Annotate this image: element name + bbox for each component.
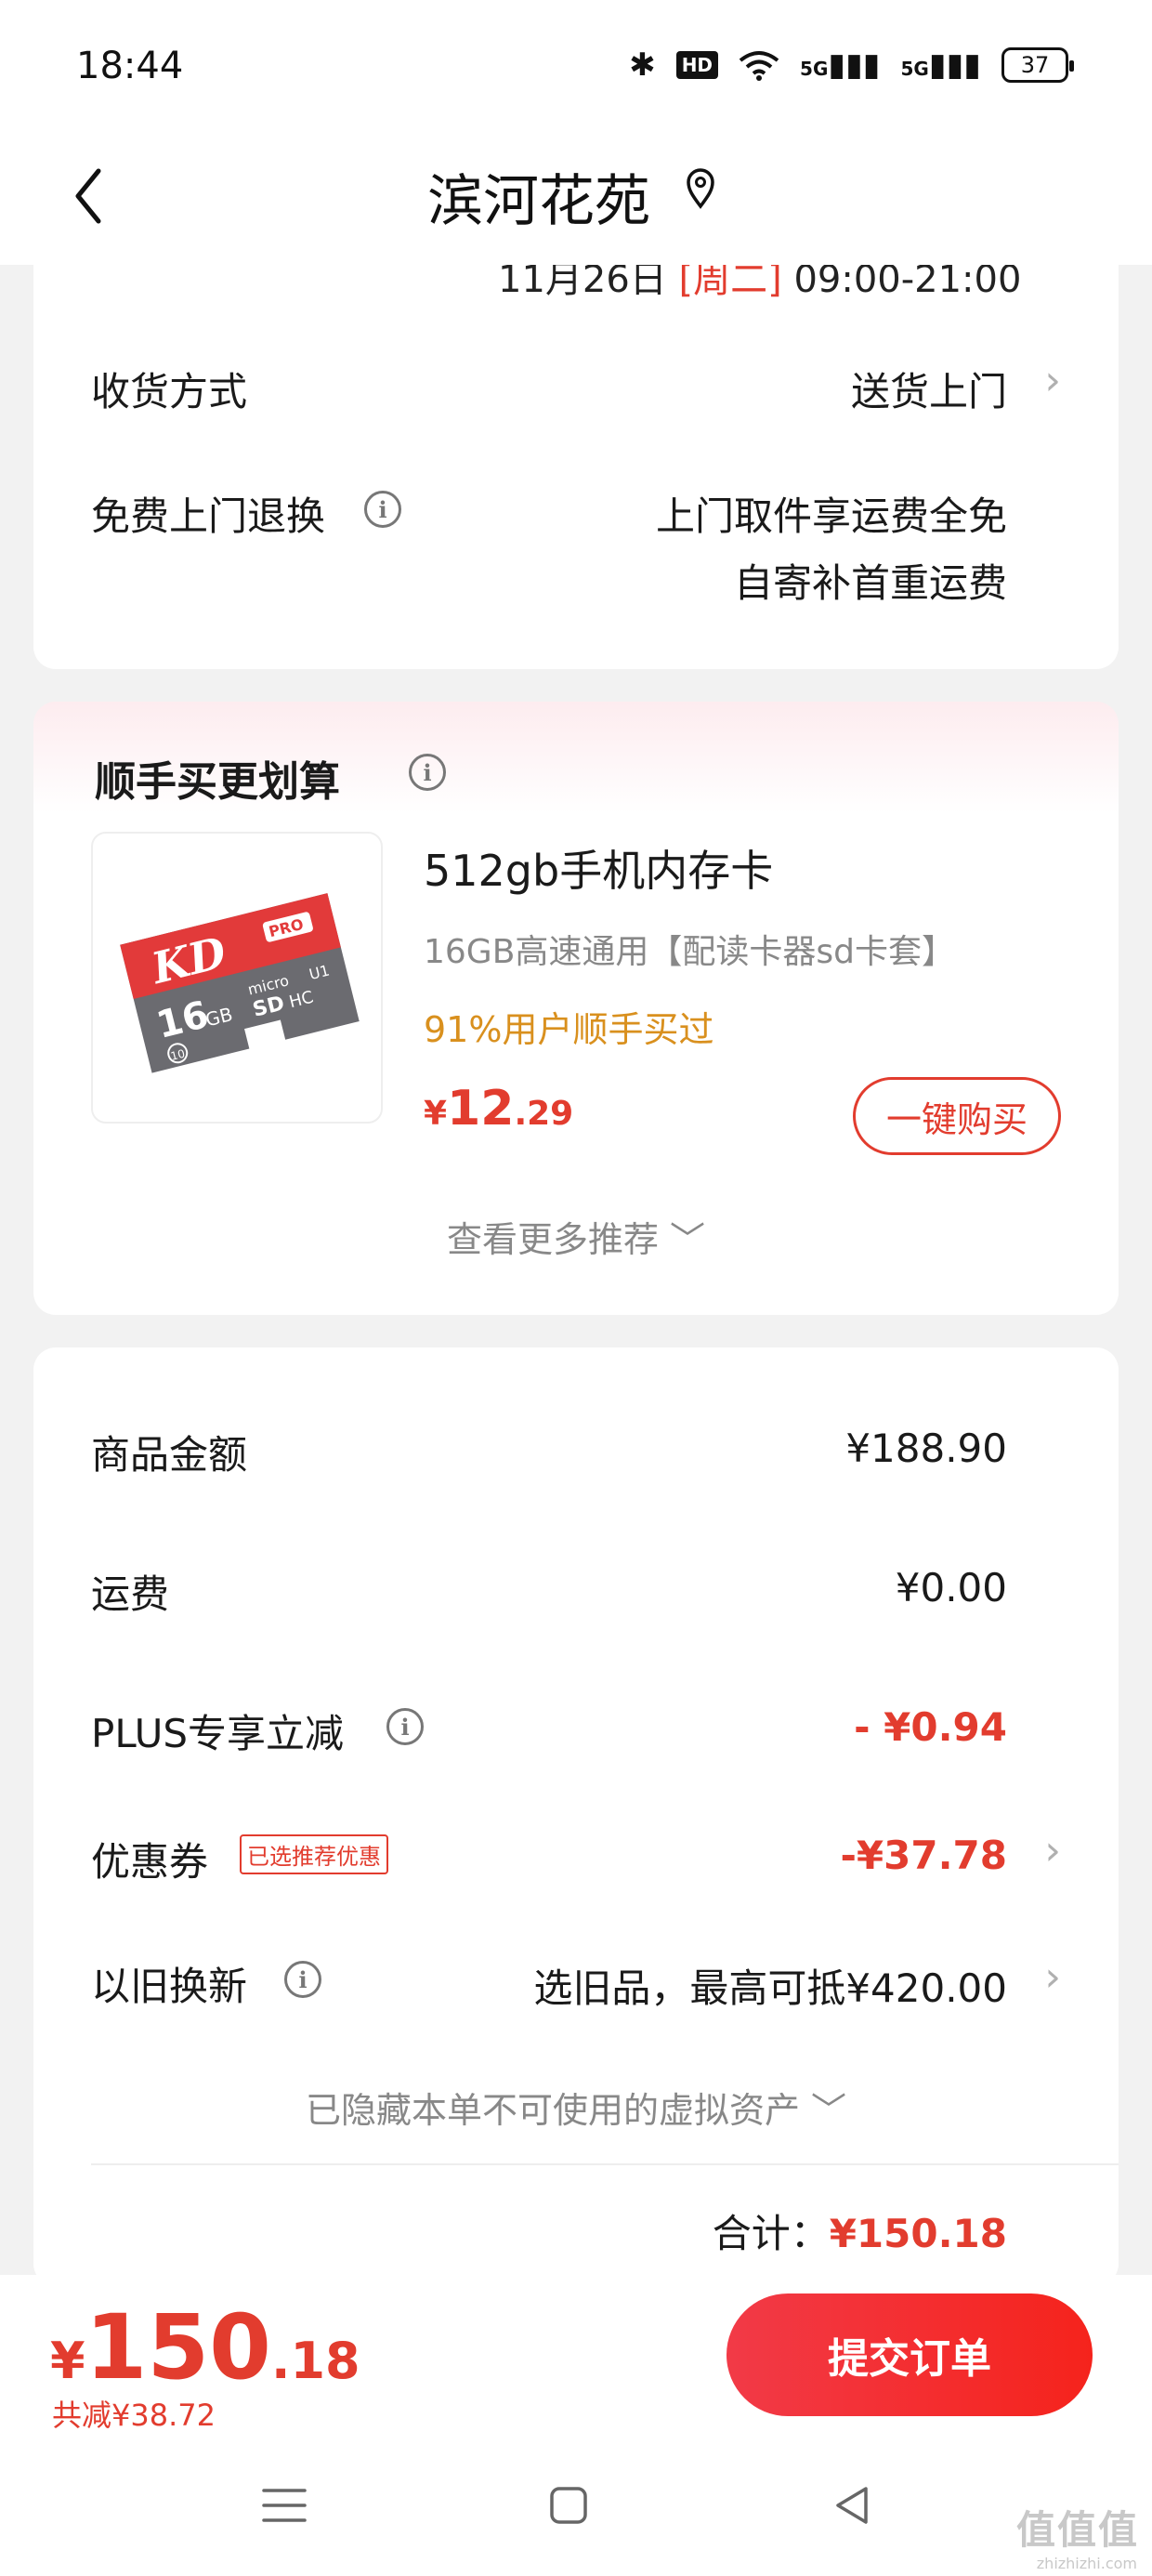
trade-in-label: 以旧换新 [91,1964,248,2009]
free-return-label: 免费上门退换 [91,493,326,539]
shipping-value: ¥0.00 [895,1565,1007,1610]
checkout-bar: ¥150.18 共减¥38.72 提交订单 值值值 zhizhizhi.com [0,2275,1152,2576]
back-triangle-icon[interactable] [825,2477,881,2533]
bluetooth-icon: ✱ [629,46,656,84]
product-name[interactable]: 512gb手机内存卡 [424,837,773,899]
total-value: ¥150.18 [829,2211,1007,2256]
hd-icon: HD [675,51,719,79]
home-icon[interactable] [541,2477,596,2533]
product-price: ¥12.29 [424,1081,574,1137]
sd-card-image: KD PRO 16 GB micro SD HC U1 10 [120,893,360,1073]
chevron-down-icon: ﹀ [811,2090,847,2131]
more-recommend-link[interactable]: 查看更多推荐 ﹀ [33,1211,1119,1262]
coupon-label: 优惠券 [91,1839,209,1885]
watermark-logo: 值值值 [1015,2507,1139,2553]
product-desc: 16GB高速通用【配读卡器sd卡套】 [424,933,956,971]
page-title: 滨河花苑 [427,169,650,234]
total-label: 合计： [712,2211,830,2256]
delivery-method-value[interactable]: 送货上门 [851,361,1007,417]
plus-discount-label: PLUS专享立减 [91,1711,345,1756]
wifi-icon [739,51,779,81]
info-icon[interactable]: i [409,754,446,791]
recommend-title: 顺手买更划算 [95,758,340,806]
divider [91,2163,1119,2165]
status-icons: ✱ HD 5G▮▮▮ 5G▮▮▮ 37 [629,46,1074,84]
signal-5g-icon-2: 5G▮▮▮ [900,46,981,84]
nav-bar: 滨河花苑 [0,130,1152,265]
menu-icon[interactable] [256,2477,312,2533]
recommend-card: 顺手买更划算 i KD PRO 16 GB micro SD HC U1 10 … [33,702,1119,1315]
goods-amount-value: ¥188.90 [845,1426,1007,1471]
chevron-right-icon[interactable]: › [1044,357,1061,404]
battery-icon: 37 [1001,47,1074,83]
coupon-badge: 已选推荐优惠 [240,1834,388,1874]
hidden-assets-toggle[interactable]: 已隐藏本单不可使用的虚拟资产 ﹀ [33,2082,1119,2133]
free-return-line2: 自寄补首重运费 [733,560,1007,606]
location-pin-icon[interactable] [685,165,716,212]
total-saved: 共减¥38.72 [52,2398,216,2433]
trade-in-value[interactable]: 选旧品，最高可抵¥420.00 [533,1957,1007,2014]
info-icon[interactable]: i [364,491,401,528]
signal-5g-icon: 5G▮▮▮ [800,46,881,84]
status-time: 18:44 [76,45,184,87]
price-summary-card: 商品金额 ¥188.90 运费 ¥0.00 PLUS专享立减 i - ¥0.94… [33,1347,1119,2286]
info-icon[interactable]: i [284,1961,321,1998]
status-bar: 18:44 ✱ HD 5G▮▮▮ 5G▮▮▮ 37 [0,0,1152,130]
goods-amount-label: 商品金额 [91,1432,248,1478]
pay-amount: ¥150.18 [50,2295,360,2399]
delivery-card: 11月26日 [周二] 09:00-21:00 收货方式 送货上门 › 免费上门… [33,223,1119,669]
submit-order-button[interactable]: 提交订单 [727,2293,1093,2416]
coupon-value[interactable]: -¥37.78 [840,1833,1007,1878]
watermark-url: zhizhizhi.com [1036,2555,1137,2572]
chevron-right-icon[interactable]: › [1044,1827,1061,1874]
info-icon[interactable]: i [386,1708,424,1745]
free-return-line1: 上门取件享运费全免 [655,493,1007,539]
chevron-down-icon: ﹀ [670,1219,706,1260]
shipping-label: 运费 [91,1571,170,1617]
total-row: 合计：¥150.18 [713,2202,1007,2259]
one-click-buy-button[interactable]: 一键购买 [853,1077,1061,1155]
chevron-right-icon[interactable]: › [1044,1953,1061,2001]
product-social-proof: 91%用户顺手买过 [424,1009,714,1050]
plus-discount-value: - ¥0.94 [854,1704,1007,1750]
product-image[interactable]: KD PRO 16 GB micro SD HC U1 10 [91,832,383,1124]
delivery-method-label: 收货方式 [91,369,248,414]
